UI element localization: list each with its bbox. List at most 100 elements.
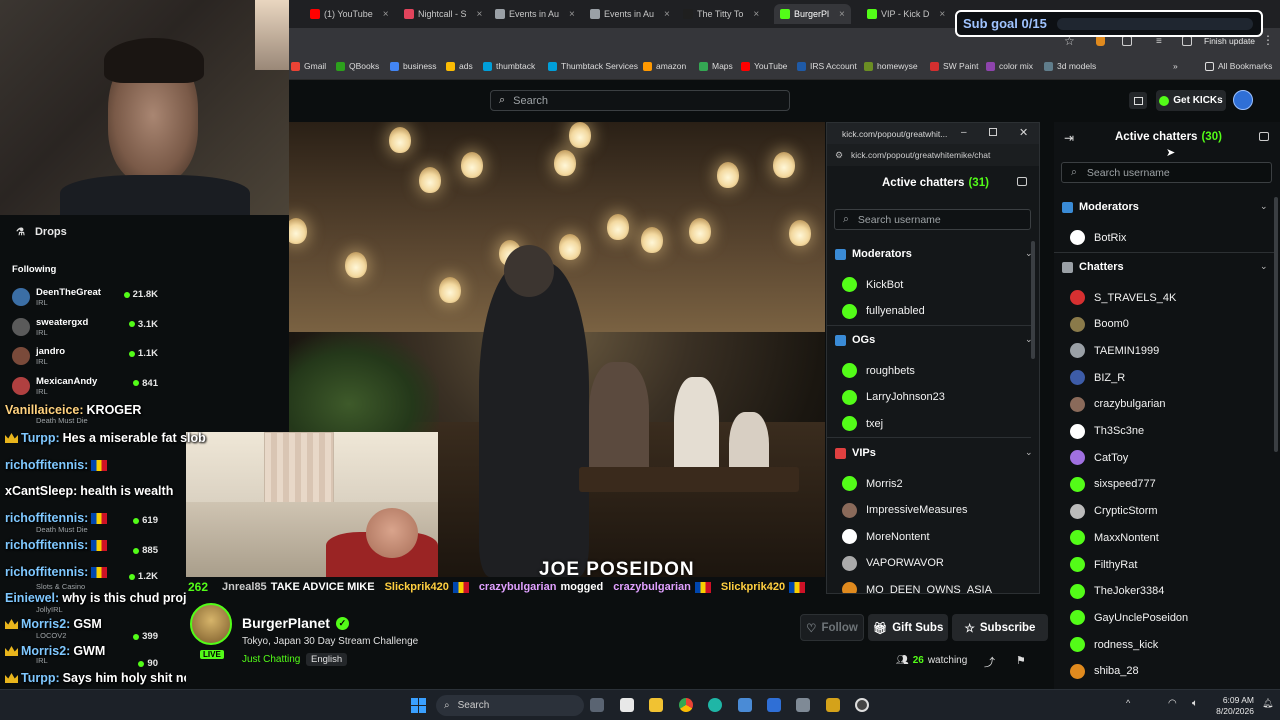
chatter-item[interactable]: MO_DEEN_OWNS_ASIA: [842, 582, 992, 593]
search-input[interactable]: ⌕ Search: [490, 90, 790, 111]
chatter-item[interactable]: Th3Sc3ne: [1070, 423, 1144, 439]
follow-button[interactable]: ♡ Follow: [800, 614, 864, 641]
chatter-item[interactable]: BIZ_R: [1070, 370, 1125, 386]
bookmark-item[interactable]: thumbtack: [483, 61, 535, 71]
close-tab-icon[interactable]: ×: [839, 9, 845, 20]
channel-name[interactable]: BurgerPlanet ✓: [242, 615, 349, 631]
minimize-icon[interactable]: –: [961, 127, 967, 138]
avatar[interactable]: [12, 317, 30, 336]
chatter-item[interactable]: TheJoker3384: [1070, 583, 1164, 599]
avatar[interactable]: [1233, 90, 1253, 110]
chatter-item[interactable]: CatToy: [1070, 450, 1128, 466]
chatter-item[interactable]: shiba_28: [1070, 663, 1139, 679]
chatter-item[interactable]: crazybulgarian: [1070, 396, 1166, 412]
windows-start-icon[interactable]: [411, 698, 426, 713]
popout-scrollbar[interactable]: [1031, 241, 1035, 359]
close-tab-icon[interactable]: ×: [383, 9, 389, 20]
bookmark-item[interactable]: IRS Account: [797, 61, 857, 71]
bookmark-item[interactable]: ads: [446, 61, 473, 71]
maximize-icon[interactable]: [989, 128, 997, 136]
bookmarks-overflow-icon[interactable]: »: [1173, 61, 1178, 71]
popout-search-input[interactable]: ⌕ Search username: [834, 209, 1031, 230]
bookmark-item[interactable]: business: [390, 61, 437, 71]
avatar[interactable]: [12, 376, 30, 395]
chatter-item[interactable]: MoreNontent: [842, 529, 930, 544]
chevron-down-icon[interactable]: ⌄: [1260, 201, 1268, 212]
file-explorer-icon[interactable]: [649, 698, 663, 712]
close-tab-icon[interactable]: ×: [477, 9, 483, 20]
dashboard-icon[interactable]: [1129, 92, 1147, 109]
close-tab-icon[interactable]: ×: [664, 9, 670, 20]
obs-icon[interactable]: [855, 698, 869, 712]
avatar[interactable]: [12, 347, 30, 365]
kebab-menu-icon[interactable]: ⋮: [1262, 33, 1274, 47]
chatter-item[interactable]: FilthyRat: [1070, 557, 1137, 572]
chatter-item[interactable]: BotRix: [1070, 230, 1126, 245]
bookmark-item[interactable]: Thumbtack Services: [548, 61, 638, 71]
menu-lines-icon[interactable]: ≡: [1156, 36, 1162, 47]
all-bookmarks-button[interactable]: All Bookmarks: [1205, 61, 1272, 71]
bookmark-item[interactable]: YouTube: [741, 61, 787, 71]
chatter-section-header[interactable]: OGs: [835, 334, 875, 346]
taskbar-clock[interactable]: 6:09 AM 8/20/2026: [1214, 695, 1254, 717]
chatter-item[interactable]: GayUnclePoseidon: [1070, 610, 1188, 626]
close-tab-icon[interactable]: ×: [569, 9, 575, 20]
chatter-item[interactable]: Boom0: [1070, 316, 1129, 332]
browser-tab[interactable]: VIP - Kick D ×: [867, 4, 945, 24]
chatter-item[interactable]: ImpressiveMeasures: [842, 502, 967, 518]
followed-channel[interactable]: MexicanAndy IRL: [36, 376, 97, 396]
chatter-item[interactable]: KickBot: [842, 277, 903, 292]
browser-tab[interactable]: Events in Au ×: [590, 4, 670, 24]
share-icon[interactable]: ⤴: [984, 654, 995, 670]
collapse-icon[interactable]: ⇥: [1064, 131, 1074, 145]
chevron-down-icon[interactable]: ⌄: [1260, 261, 1268, 272]
chatter-item[interactable]: Morris2: [842, 476, 903, 491]
chatter-section-header[interactable]: Moderators: [835, 248, 912, 260]
followed-channel[interactable]: DeenTheGreat IRL: [36, 287, 101, 307]
chatter-item[interactable]: MaxxNontent: [1070, 530, 1159, 546]
bookmark-item[interactable]: Maps: [699, 61, 733, 71]
close-icon[interactable]: ✕: [1019, 126, 1028, 139]
chatter-item[interactable]: txej: [842, 416, 883, 431]
browser-tab[interactable]: Events in Au ×: [495, 4, 575, 24]
chatter-item[interactable]: LarryJohnson23: [842, 389, 945, 405]
bookmark-item[interactable]: 3d models: [1044, 61, 1096, 71]
right-search-input[interactable]: ⌕ Search username: [1061, 162, 1272, 183]
bookmark-item[interactable]: homewyse: [864, 61, 918, 71]
taskbar-search[interactable]: ⌕ Search: [436, 695, 584, 716]
calculator-icon[interactable]: [738, 698, 752, 712]
bookmark-item[interactable]: QBooks: [336, 61, 379, 71]
chatter-section-header[interactable]: VIPs: [835, 447, 876, 459]
browser-tab[interactable]: BurgerPl ×: [774, 4, 851, 24]
language-tag[interactable]: English: [306, 653, 348, 666]
chatter-item[interactable]: CrypticStorm: [1070, 503, 1158, 519]
notification-icon[interactable]: 🔔︎: [1262, 698, 1273, 709]
chatter-item[interactable]: sixspeed777: [1070, 476, 1156, 492]
chevron-down-icon[interactable]: ⌄: [1025, 447, 1033, 458]
browser-tab[interactable]: (1) YouTube ×: [310, 4, 389, 24]
followed-channel[interactable]: sweatergxd IRL: [36, 317, 88, 337]
app-icon[interactable]: [767, 698, 781, 712]
drops-nav-item[interactable]: ⚗ Drops: [16, 226, 67, 238]
category-link[interactable]: Just Chatting: [242, 654, 300, 665]
puzzle-icon[interactable]: [1122, 36, 1132, 46]
bookmark-item[interactable]: SW Paint: [930, 61, 978, 71]
bookmark-item[interactable]: color mix: [986, 61, 1033, 71]
game-icon[interactable]: [826, 698, 840, 712]
calc2-icon[interactable]: [796, 698, 810, 712]
tray-up-icon[interactable]: ^: [1126, 698, 1130, 708]
chrome-icon[interactable]: [679, 698, 693, 712]
bookmark-item[interactable]: amazon: [643, 61, 686, 71]
popout-open-icon[interactable]: [1017, 177, 1027, 186]
chatter-item[interactable]: roughbets: [842, 363, 915, 378]
get-kicks-button[interactable]: Get KICKs: [1156, 90, 1226, 111]
avatar[interactable]: [12, 288, 30, 306]
followed-channel[interactable]: jandro IRL: [36, 346, 65, 366]
subscribe-button[interactable]: ☆ Subscribe: [952, 614, 1048, 641]
bookmark-item[interactable]: Gmail: [291, 61, 326, 71]
chatter-item[interactable]: TAEMIN1999: [1070, 343, 1159, 359]
close-tab-icon[interactable]: ×: [753, 9, 759, 20]
volume-icon[interactable]: 🔈︎: [1192, 698, 1198, 709]
edge-icon[interactable]: [708, 698, 722, 712]
chatter-item[interactable]: VAPORWAVOR: [842, 555, 944, 571]
